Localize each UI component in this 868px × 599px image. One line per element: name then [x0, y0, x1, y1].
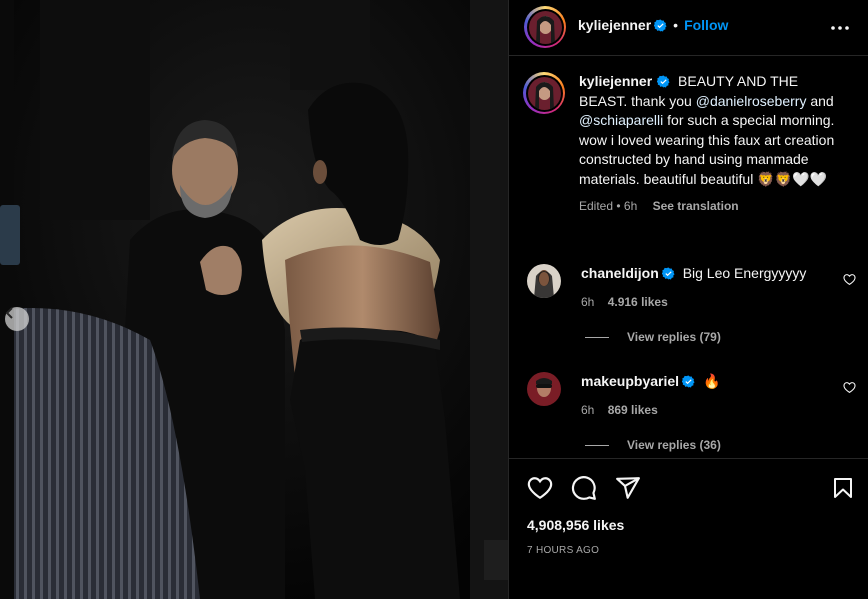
- caption-avatar[interactable]: [527, 76, 561, 110]
- comment-avatar[interactable]: [527, 372, 561, 406]
- post-author-username[interactable]: kyliejenner: [578, 17, 651, 33]
- caption-text: kyliejenner BEAUTY AND THE BEAST. thank …: [579, 72, 841, 217]
- comment-time: 6h: [581, 295, 595, 309]
- comment-time: 6h: [581, 403, 595, 417]
- comment: chaneldijon Big Leo Energyyyyy 6h 4.916 …: [527, 264, 857, 312]
- heart-icon[interactable]: [527, 475, 553, 501]
- previous-photo-button[interactable]: [5, 307, 29, 331]
- comment-text: 🔥: [702, 373, 721, 389]
- post-actions-bar: 4,908,956 likes 7 HOURS AGO: [509, 458, 868, 556]
- post-photo[interactable]: [0, 0, 508, 599]
- comment-text: Big Leo Energyyyyy: [682, 265, 807, 281]
- caption-meta: Edited • 6h See translation: [579, 197, 841, 217]
- caption-username[interactable]: kyliejenner: [579, 73, 652, 89]
- like-count[interactable]: 4,908,956 likes: [527, 517, 624, 533]
- caption-emoji: 🦁🦁🤍🤍: [757, 170, 827, 187]
- comment-like-heart-icon[interactable]: [843, 273, 856, 286]
- see-translation-link[interactable]: See translation: [653, 199, 739, 213]
- comment-username[interactable]: makeupbyariel: [581, 373, 679, 389]
- comment-likes[interactable]: 869 likes: [608, 403, 658, 417]
- verified-badge-icon: [654, 19, 667, 31]
- view-replies-button[interactable]: View replies (36): [585, 438, 721, 452]
- comment-username[interactable]: chaneldijon: [581, 265, 659, 281]
- photo-illustration: [0, 0, 508, 599]
- verified-badge-icon: [657, 75, 670, 88]
- post-caption: kyliejenner BEAUTY AND THE BEAST. thank …: [523, 72, 853, 217]
- verified-badge-icon: [661, 267, 675, 280]
- replies-divider-line: [585, 444, 609, 446]
- comment: makeupbyariel 🔥 6h 869 likes: [527, 372, 857, 420]
- caption-text-part: and: [806, 92, 834, 109]
- view-replies-label: View replies (79): [627, 330, 721, 344]
- comment-likes[interactable]: 4.916 likes: [608, 295, 668, 309]
- view-replies-label: View replies (36): [627, 438, 721, 452]
- caption-story-ring[interactable]: [523, 72, 565, 114]
- avatar[interactable]: [528, 10, 562, 44]
- chevron-left-icon: [5, 307, 13, 319]
- replies-divider-line: [585, 336, 609, 338]
- post-header: kyliejenner • Follow: [509, 0, 868, 56]
- follow-button[interactable]: Follow: [684, 17, 728, 33]
- verified-badge-icon: [682, 375, 695, 388]
- comment-like-heart-icon[interactable]: [843, 381, 856, 394]
- share-icon[interactable]: [615, 475, 641, 501]
- separator-dot: •: [673, 17, 679, 33]
- comment-icon[interactable]: [571, 475, 597, 501]
- mention-link[interactable]: @danielroseberry: [696, 93, 807, 109]
- post-timestamp: 7 HOURS AGO: [527, 545, 600, 556]
- bookmark-icon[interactable]: [831, 475, 855, 501]
- story-ring[interactable]: [524, 6, 566, 48]
- mention-link[interactable]: @schiaparelli: [579, 112, 663, 128]
- more-options-icon[interactable]: [830, 18, 850, 38]
- edited-time: Edited • 6h: [579, 199, 638, 213]
- comment-avatar[interactable]: [527, 264, 561, 298]
- post-side-panel: kyliejenner • Follow kyliejenner BEAUTY …: [508, 0, 868, 599]
- view-replies-button[interactable]: View replies (79): [585, 330, 721, 344]
